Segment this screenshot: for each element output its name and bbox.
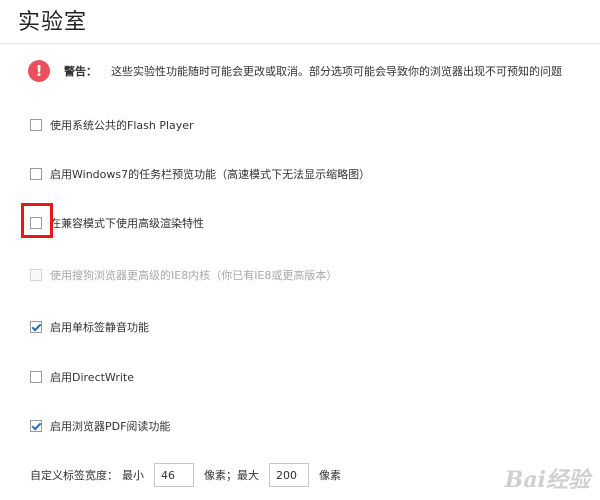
- option-directwrite[interactable]: 启用DirectWrite: [30, 369, 134, 385]
- option-pdf-reader[interactable]: 启用浏览器PDF阅读功能: [30, 418, 170, 434]
- exclamation-icon: !: [28, 60, 50, 82]
- page-title: 实验室: [18, 10, 88, 35]
- option-label: 启用Windows7的任务栏预览功能（高速模式下无法显示缩略图）: [50, 168, 371, 181]
- option-win7-taskbar-preview[interactable]: 启用Windows7的任务栏预览功能（高速模式下无法显示缩略图）: [30, 166, 370, 182]
- option-label: 使用搜狗浏览器更高级的IE8内核（你已有IE8或更高版本）: [50, 269, 338, 282]
- checkbox-win7-taskbar-preview[interactable]: [30, 168, 42, 180]
- option-label: 启用浏览器PDF阅读功能: [50, 420, 171, 433]
- warning-banner: ! 警告： 这些实验性功能随时可能会更改或取消。部分选项可能会导致你的浏览器出现…: [28, 58, 600, 84]
- title-divider: [0, 43, 600, 44]
- tab-width-label: 自定义标签宽度：: [30, 469, 118, 482]
- max-width-input[interactable]: [269, 463, 309, 487]
- min-width-label: 最小: [122, 469, 144, 482]
- max-width-unit: 像素: [319, 469, 341, 482]
- option-label: 启用DirectWrite: [50, 371, 134, 384]
- option-system-flash[interactable]: 使用系统公共的Flash Player: [30, 117, 194, 133]
- highlight-box: [21, 203, 53, 238]
- checkbox-tab-mute[interactable]: [30, 321, 42, 333]
- checkbox-pdf-reader[interactable]: [30, 420, 42, 432]
- option-label: 使用系统公共的Flash Player: [50, 119, 194, 132]
- option-compat-advanced-render[interactable]: 在兼容模式下使用高级渲染特性: [30, 215, 204, 231]
- option-label: 在兼容模式下使用高级渲染特性: [50, 217, 204, 230]
- tab-width-setting: 自定义标签宽度： 最小 像素；最大 像素: [30, 463, 341, 487]
- min-width-unit: 像素；最大: [204, 469, 259, 482]
- watermark-logo: Bai经验: [504, 467, 590, 493]
- checkbox-ie8-kernel: [30, 269, 42, 281]
- option-ie8-kernel: 使用搜狗浏览器更高级的IE8内核（你已有IE8或更高版本）: [30, 267, 337, 283]
- warning-label: 警告：: [64, 65, 97, 78]
- checkbox-directwrite[interactable]: [30, 371, 42, 383]
- min-width-input[interactable]: [154, 463, 194, 487]
- warning-text: 这些实验性功能随时可能会更改或取消。部分选项可能会导致你的浏览器出现不可预知的问…: [111, 65, 562, 78]
- option-tab-mute[interactable]: 启用单标签静音功能: [30, 319, 149, 335]
- checkbox-system-flash[interactable]: [30, 119, 42, 131]
- option-label: 启用单标签静音功能: [50, 321, 149, 334]
